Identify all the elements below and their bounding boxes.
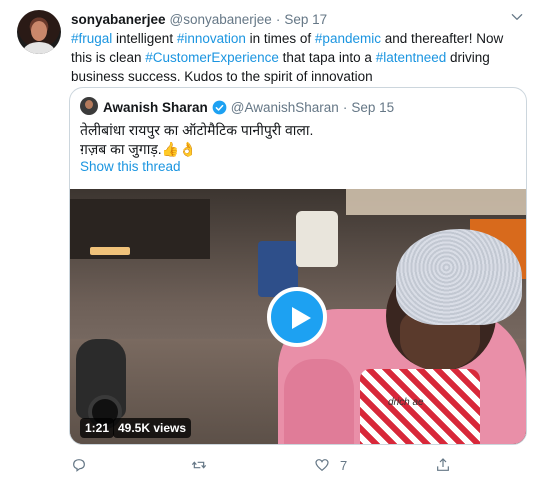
like-count: 7 xyxy=(340,457,348,473)
like-button[interactable]: 7 xyxy=(314,456,347,474)
share-icon xyxy=(437,458,449,471)
tweet-timestamp[interactable]: Sep 17 xyxy=(284,12,327,27)
hashtag-link[interactable]: #pandemic xyxy=(315,31,381,46)
quoted-header: Awanish Sharan @AwanishSharan · Sep 15 xyxy=(103,98,394,116)
quoted-separator-dot: · xyxy=(342,99,348,115)
quoted-timestamp[interactable]: Sep 15 xyxy=(351,100,394,115)
retweet-button[interactable] xyxy=(191,456,207,474)
verified-badge-icon xyxy=(212,100,227,114)
tweet-card[interactable]: sonyabanerjee @sonyabanerjee · Sep 17 #f… xyxy=(0,0,537,478)
author-handle[interactable]: @sonyabanerjee xyxy=(170,12,272,27)
tweet-text-segment: intelligent xyxy=(112,31,177,46)
share-button[interactable] xyxy=(435,456,451,474)
quoted-text-line2: ग़ज़ब का जुगाड़.👍👌 xyxy=(80,141,197,157)
avatar[interactable] xyxy=(17,10,61,54)
tweet-header: sonyabanerjee @sonyabanerjee · Sep 17 xyxy=(71,10,327,28)
show-thread-link[interactable]: Show this thread xyxy=(80,159,181,174)
tweet-text: #frugal intelligent #innovation in times… xyxy=(71,29,521,86)
quoted-text: तेलीबांधा रायपुर का ऑटोमैटिक पानीपुरी वा… xyxy=(80,121,510,159)
video-duration: 1:21 xyxy=(80,418,115,438)
play-icon[interactable] xyxy=(267,287,327,347)
hashtag-link[interactable]: #CustomerExperience xyxy=(145,50,279,65)
hashtag-link[interactable]: #frugal xyxy=(71,31,112,46)
quoted-author-name[interactable]: Awanish Sharan xyxy=(103,100,208,115)
hashtag-link[interactable]: #latentneed xyxy=(376,50,447,65)
chevron-down-icon[interactable] xyxy=(510,10,524,24)
tweet-text-segment: that tapa into a xyxy=(278,50,376,65)
reply-button[interactable] xyxy=(71,456,87,474)
quoted-author-handle[interactable]: @AwanishSharan xyxy=(231,100,339,115)
heart-icon xyxy=(315,459,329,472)
quoted-text-line1: तेलीबांधा रायपुर का ऑटोमैटिक पानीपुरी वा… xyxy=(80,122,314,138)
retweet-icon xyxy=(191,461,207,469)
reply-icon xyxy=(73,459,85,472)
quoted-tweet[interactable]: Awanish Sharan @AwanishSharan · Sep 15 त… xyxy=(69,87,527,445)
hashtag-link[interactable]: #innovation xyxy=(177,31,246,46)
separator-dot: · xyxy=(275,11,281,27)
apron-text: drich ae xyxy=(388,397,424,408)
video-player[interactable]: drich ae 1:21 49.5K views xyxy=(70,189,526,444)
quoted-avatar[interactable] xyxy=(80,97,98,115)
author-name[interactable]: sonyabanerjee xyxy=(71,12,166,27)
video-views: 49.5K views xyxy=(113,418,192,438)
action-bar: 7 xyxy=(71,456,461,476)
tweet-text-segment: in times of xyxy=(245,31,315,46)
